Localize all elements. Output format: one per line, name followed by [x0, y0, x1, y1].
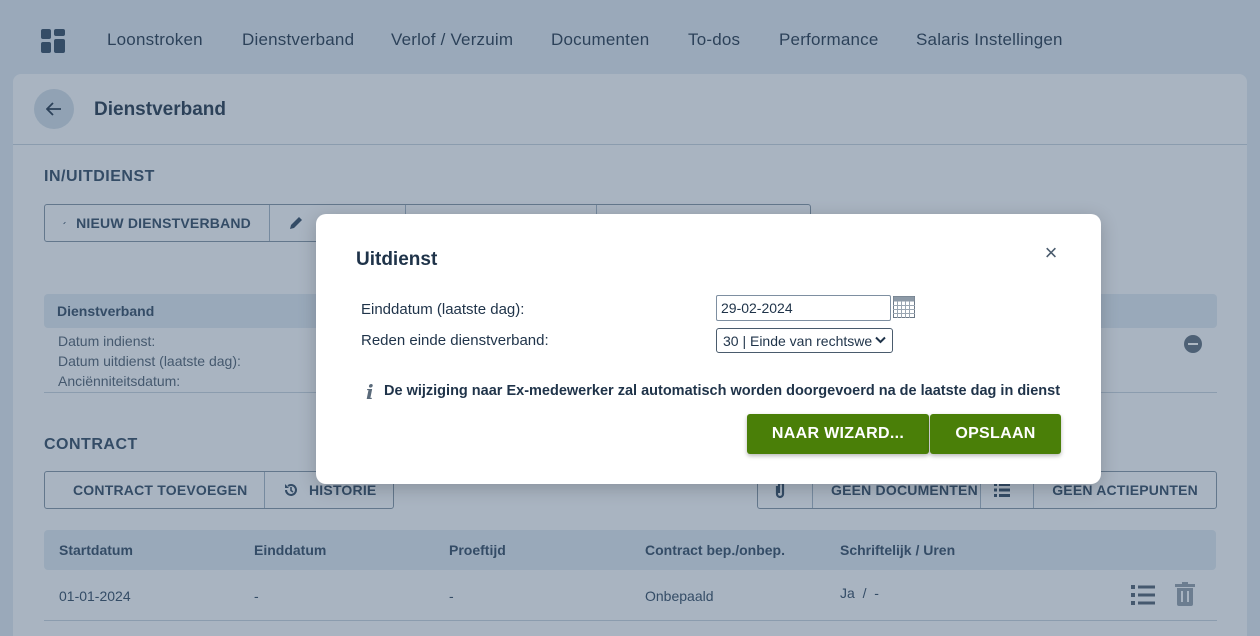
close-icon[interactable]: × — [1041, 242, 1061, 264]
reason-select-value: 30 | Einde van rechtswe — [723, 332, 873, 349]
end-date-label: Einddatum (laatste dag): — [361, 301, 525, 318]
chevron-down-icon — [872, 335, 886, 347]
end-date-input[interactable] — [716, 295, 891, 321]
opslaan-button[interactable]: OPSLAAN — [930, 414, 1061, 454]
uitdienst-modal: Uitdienst × Einddatum (laatste dag): Red… — [316, 214, 1101, 484]
info-icon: i — [366, 380, 374, 404]
notice-text: De wijziging naar Ex-medewerker zal auto… — [384, 383, 1061, 399]
reason-select[interactable]: 30 | Einde van rechtswe — [716, 328, 893, 353]
calendar-icon[interactable] — [893, 296, 915, 318]
naar-wizard-button[interactable]: NAAR WIZARD... — [747, 414, 929, 454]
modal-title: Uitdienst — [356, 249, 438, 270]
reason-label: Reden einde dienstverband: — [361, 332, 549, 349]
